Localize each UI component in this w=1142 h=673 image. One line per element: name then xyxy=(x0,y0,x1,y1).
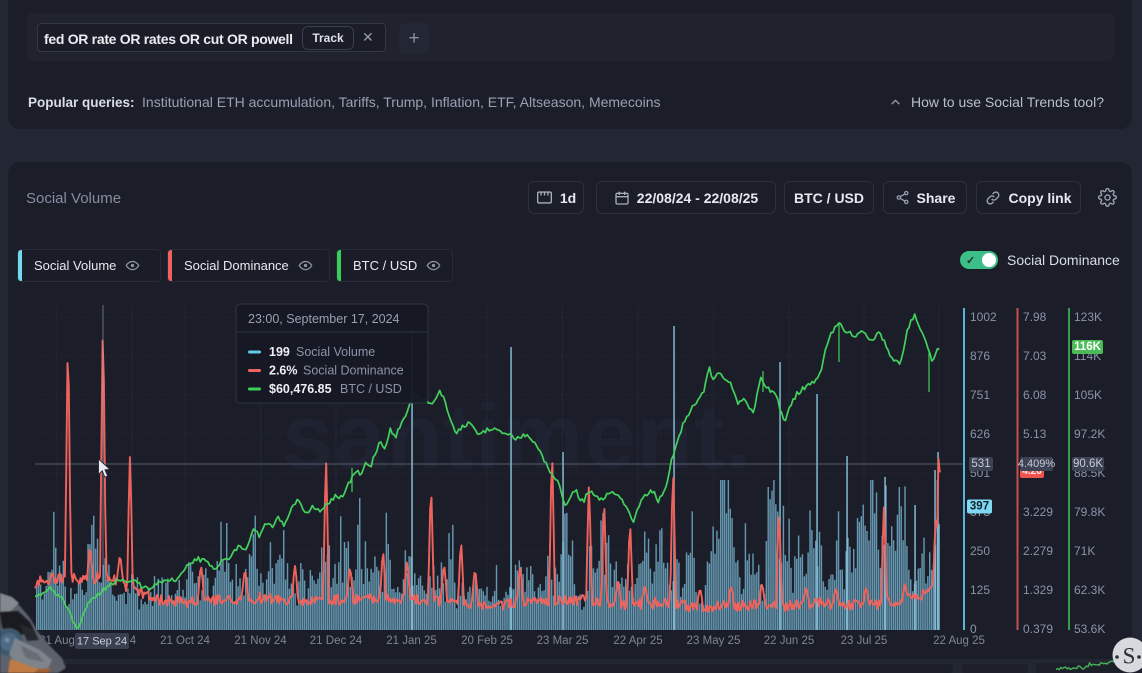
svg-text:90.6K: 90.6K xyxy=(1073,458,1103,470)
svg-text:116K: 116K xyxy=(1074,341,1102,353)
svg-text:$60,476.85: $60,476.85 xyxy=(269,382,332,396)
svg-text:97.2K: 97.2K xyxy=(1074,427,1105,441)
svg-text:125: 125 xyxy=(970,583,990,597)
svg-text:S: S xyxy=(1123,644,1136,669)
svg-text:62.3K: 62.3K xyxy=(1074,583,1105,597)
svg-text:Social Dominance: Social Dominance xyxy=(303,364,404,378)
svg-text:531: 531 xyxy=(971,458,990,470)
svg-text:626: 626 xyxy=(970,427,990,441)
svg-text:7.03: 7.03 xyxy=(1023,349,1047,363)
svg-text:6.08: 6.08 xyxy=(1023,388,1047,402)
svg-text:199: 199 xyxy=(269,345,290,359)
svg-text:876: 876 xyxy=(970,349,990,363)
svg-text:71K: 71K xyxy=(1074,544,1095,558)
svg-text:5.13: 5.13 xyxy=(1023,427,1047,441)
svg-text:250: 250 xyxy=(970,544,990,558)
svg-text:BTC / USD: BTC / USD xyxy=(340,382,402,396)
svg-text:Social Volume: Social Volume xyxy=(296,345,375,359)
svg-text:79.8K: 79.8K xyxy=(1074,505,1105,519)
svg-text:4.409%: 4.409% xyxy=(1018,458,1056,470)
svg-text:2.279: 2.279 xyxy=(1023,544,1053,558)
svg-text:397: 397 xyxy=(970,501,989,513)
svg-text:123K: 123K xyxy=(1074,310,1102,324)
svg-text:1.329: 1.329 xyxy=(1023,583,1053,597)
svg-text:7.98: 7.98 xyxy=(1023,310,1047,324)
svg-text:751: 751 xyxy=(970,388,990,402)
svg-text:23:00, September 17, 2024: 23:00, September 17, 2024 xyxy=(248,312,400,326)
svg-text:1002: 1002 xyxy=(970,310,997,324)
svg-text:105K: 105K xyxy=(1074,388,1102,402)
svg-text:3.229: 3.229 xyxy=(1023,505,1053,519)
svg-text:2.6%: 2.6% xyxy=(269,364,298,378)
